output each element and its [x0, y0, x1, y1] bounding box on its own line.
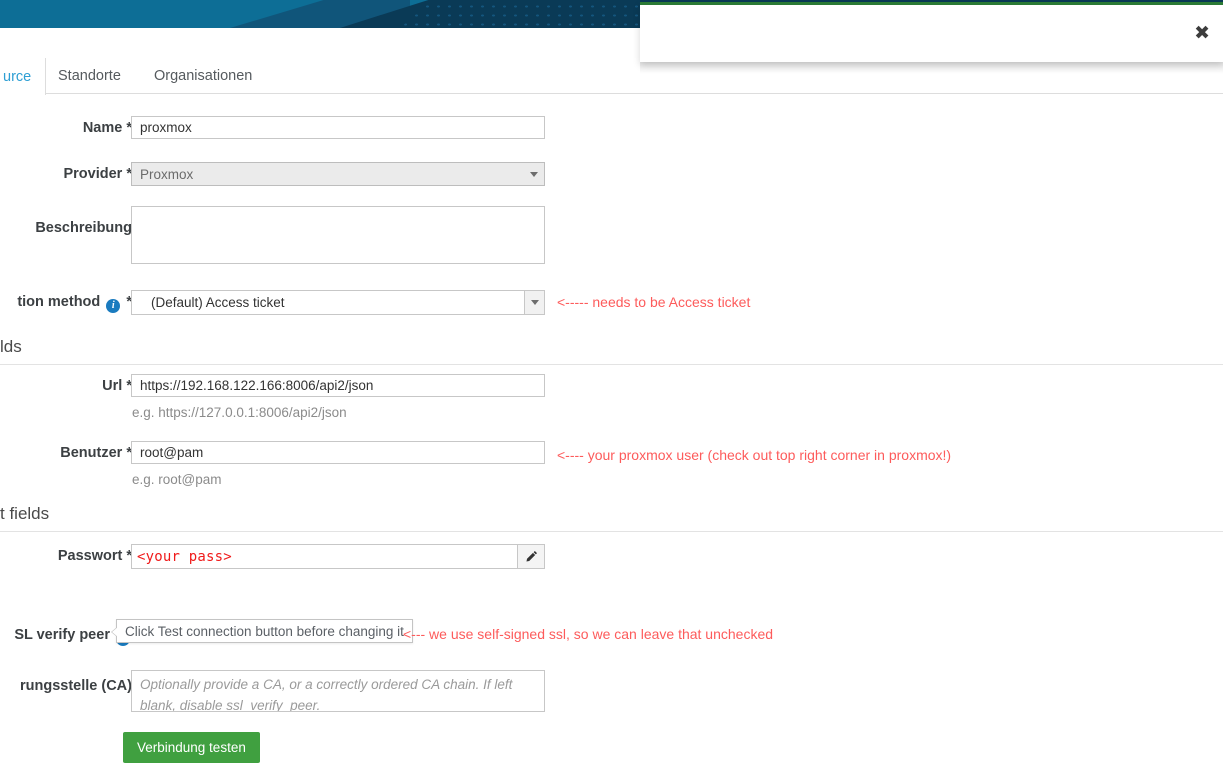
description-textarea[interactable] [131, 206, 545, 264]
tab-standorte-label: Standorte [58, 68, 121, 84]
chevron-down-icon [524, 291, 544, 314]
test-connection-button[interactable]: Verbindung testen [123, 732, 260, 763]
provider-select[interactable]: Proxmox [131, 162, 545, 186]
tab-compute-resource[interactable]: urce [0, 58, 47, 95]
password-input[interactable]: <your pass> [131, 544, 518, 569]
url-label: Url * [102, 378, 132, 394]
info-icon[interactable]: i [106, 299, 121, 313]
ssl-verify-peer-tooltip: Click Test connection button before chan… [111, 619, 413, 643]
ssl-verify-peer-tooltip-text: Click Test connection button before chan… [125, 623, 404, 639]
provider-select-value: Proxmox [140, 166, 194, 182]
password-field-group: <your pass> [131, 544, 545, 569]
description-label: Beschreibung [35, 220, 132, 236]
user-input[interactable] [131, 441, 545, 464]
auth-method-select-value: (Default) Access ticket [151, 295, 285, 310]
tab-organisationen-label: Organisationen [154, 68, 253, 84]
notification-banner: Testverbindung war erfolgreich ✖ [640, 2, 1223, 62]
url-input[interactable] [131, 374, 545, 397]
password-edit-button[interactable] [518, 544, 545, 569]
provider-label: Provider * [63, 166, 132, 182]
section-header-fields: lds [0, 337, 1223, 365]
tab-compute-resource-label: urce [3, 68, 32, 85]
name-label: Name * [82, 120, 132, 136]
field-row-password: Passwort * <your pass> [0, 544, 1223, 570]
annotation-ssl-verify-peer: <--- we use self-signed ssl, so we can l… [403, 626, 774, 642]
close-icon[interactable]: ✖ [1194, 24, 1210, 43]
tab-organisationen[interactable]: Organisationen [140, 58, 266, 94]
user-label: Benutzer * [60, 445, 132, 461]
password-label: Passwort * [57, 548, 132, 564]
notification-shadow [640, 62, 1223, 74]
name-input[interactable] [131, 116, 545, 139]
field-row-description: Beschreibung [0, 206, 1223, 266]
field-row-ssl-verify-peer: SL verify peer i Click Test connection b… [0, 619, 1223, 650]
field-row-auth-method: tion method i * (Default) Access ticket … [0, 290, 1223, 316]
ca-label: rungsstelle (CA) [20, 678, 132, 694]
app-window: urce Standorte Organisationen Name * Pro… [0, 0, 1223, 771]
section-header-secret: t fields [0, 504, 1223, 532]
field-row-name: Name * [0, 116, 1223, 142]
field-row-user: Benutzer * e.g. root@pam <---- your prox… [0, 441, 1223, 487]
tab-standorte[interactable]: Standorte [44, 58, 135, 94]
ca-textarea[interactable] [131, 670, 545, 712]
user-hint: e.g. root@pam [132, 472, 222, 487]
chevron-down-icon [524, 163, 544, 185]
url-hint: e.g. https://127.0.0.1:8006/api2/json [132, 405, 347, 420]
field-row-ca: rungsstelle (CA) [0, 670, 1223, 714]
password-value: <your pass> [137, 548, 232, 565]
annotation-user: <---- your proxmox user (check out top r… [557, 447, 952, 463]
pencil-icon [525, 550, 537, 562]
auth-method-label: tion method i * [17, 294, 132, 313]
auth-method-select[interactable]: (Default) Access ticket [131, 290, 545, 315]
field-row-provider: Provider * Proxmox [0, 162, 1223, 188]
annotation-auth-method: <----- needs to be Access ticket [557, 294, 751, 310]
field-row-url: Url * e.g. https://127.0.0.1:8006/api2/j… [0, 374, 1223, 420]
